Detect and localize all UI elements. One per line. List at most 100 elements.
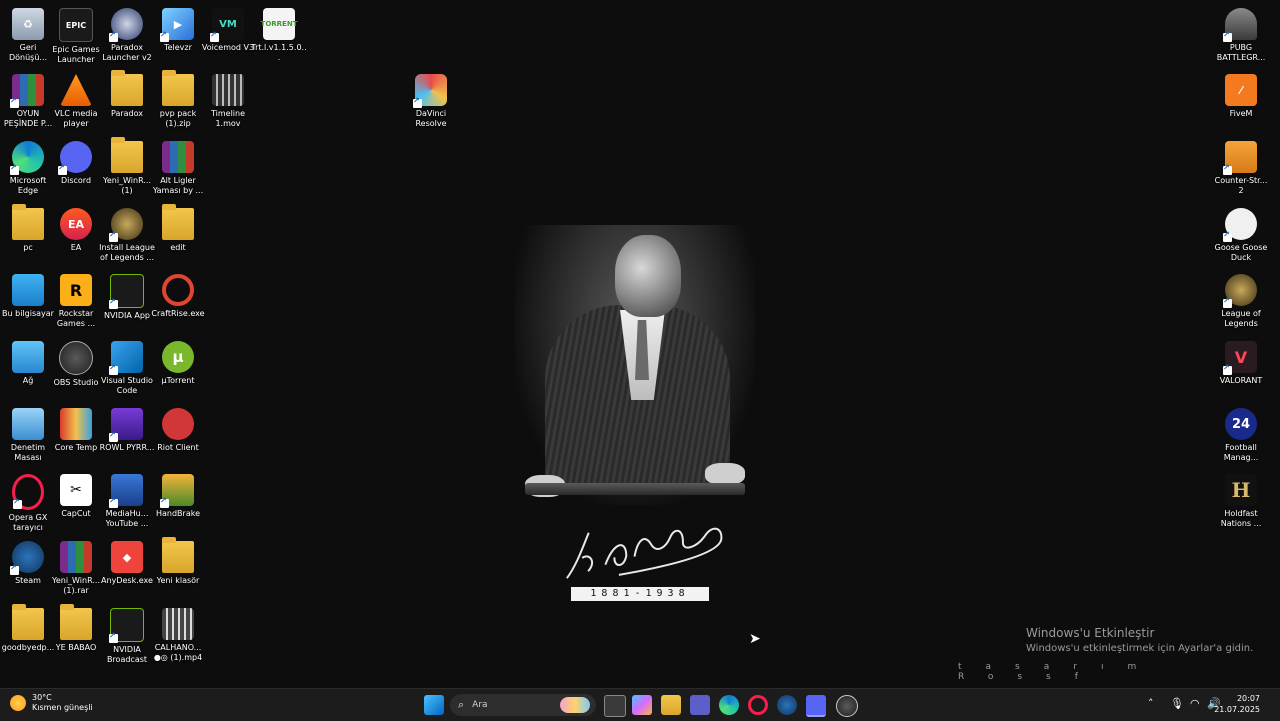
copilot-button[interactable] [632, 695, 652, 715]
ye-babao-folder[interactable]: YE BABAO [48, 604, 104, 653]
paradox-icon [109, 8, 143, 42]
counter-strike-shortcut[interactable]: Counter-Str... 2 [1213, 137, 1269, 196]
steam-icon [10, 541, 44, 575]
icon-label: Holdfast Nations ... [1220, 509, 1262, 528]
utorrent-shortcut[interactable]: µ µTorrent [150, 337, 206, 386]
steam-taskbar-button[interactable] [777, 695, 797, 715]
icon-label: NVIDIA Broadcast [106, 645, 148, 664]
mediahuman-shortcut[interactable]: MediaHu... YouTube ... [99, 470, 155, 529]
clock[interactable]: 20:07 21.07.2025 [1214, 693, 1260, 715]
wifi-icon[interactable]: ◠ [1190, 697, 1200, 710]
rockstar-shortcut[interactable]: R Rockstar Games ... [48, 270, 104, 329]
televzr-icon: ▶ [160, 8, 194, 42]
torrent-file[interactable]: TORRENT Trt.l.v1.1.5.0... [251, 4, 307, 63]
goose-icon [1223, 208, 1257, 242]
handbrake-shortcut[interactable]: HandBrake [150, 470, 206, 519]
clock-time: 20:07 [1236, 694, 1260, 703]
craftrise-shortcut[interactable]: CraftRise.exe [150, 270, 206, 319]
folder-icon [111, 70, 143, 106]
paradox-folder[interactable]: Paradox [99, 70, 155, 119]
riot-client-shortcut[interactable]: Riot Client [150, 404, 206, 453]
pvp-pack-zip[interactable]: pvp pack (1).zip [150, 70, 206, 129]
anydesk-icon: ◆ [111, 541, 143, 573]
mediahuman-icon [109, 474, 143, 508]
rowl-pyrr-icon [109, 408, 143, 442]
nvidia-app-shortcut[interactable]: NVIDIA App [99, 270, 155, 321]
wallpaper-portrait: 1881-1938 [515, 225, 755, 605]
epic-games-icon: EPIC [59, 8, 93, 42]
video-file-icon [212, 74, 244, 106]
epic-games-shortcut[interactable]: EPIC Epic Games Launcher [48, 4, 104, 65]
league-of-legends-icon [1223, 274, 1257, 308]
davinci-resolve-shortcut[interactable]: DaVinci Resolve [403, 70, 459, 129]
icon-label: FiveM [1229, 109, 1253, 118]
icon-label: Trt.l.v1.1.5.0... [251, 43, 307, 62]
task-view-button[interactable] [604, 695, 626, 717]
icon-label: Visual Studio Code [101, 376, 153, 395]
edge-taskbar-button[interactable] [719, 695, 739, 715]
core-temp-shortcut[interactable]: Core Temp [48, 404, 104, 453]
anydesk-shortcut[interactable]: ◆ AnyDesk.exe [99, 537, 155, 586]
file-explorer-button[interactable] [661, 695, 681, 715]
vscode-shortcut[interactable]: Visual Studio Code [99, 337, 155, 396]
valorant-shortcut[interactable]: V VALORANT [1213, 337, 1269, 386]
icon-label: Discord [60, 176, 92, 185]
rowl-pyrr-shortcut[interactable]: ROWL PYRR... [99, 404, 155, 453]
calhano-video-file[interactable]: CALHANO... ●◎ (1).mp4 [150, 604, 206, 663]
alt-ligler-archive[interactable]: Alt Ligler Yaması by ... [150, 137, 206, 196]
goose-goose-duck-shortcut[interactable]: Goose Goose Duck [1213, 204, 1269, 263]
folder-icon [12, 604, 44, 640]
fivem-shortcut[interactable]: ⁄ FiveM [1213, 70, 1269, 119]
chevron-up-icon[interactable]: ˄ [1148, 697, 1154, 710]
nvidia-broadcast-shortcut[interactable]: NVIDIA Broadcast [99, 604, 155, 665]
icon-label: MediaHu... YouTube ... [105, 509, 149, 528]
paradox-launcher-shortcut[interactable]: Paradox Launcher v2 [99, 4, 155, 63]
teams-button[interactable] [690, 695, 710, 715]
discord-shortcut[interactable]: Discord [48, 137, 104, 186]
nvidia-icon [109, 274, 144, 309]
edit-folder[interactable]: edit [150, 204, 206, 253]
capcut-shortcut[interactable]: ✂ CapCut [48, 470, 104, 519]
league-of-legends-shortcut[interactable]: League of Legends [1213, 270, 1269, 329]
icon-label: AnyDesk.exe [101, 576, 153, 585]
icon-label: PUBG BATTLEGR... [1216, 43, 1266, 62]
icon-label: CALHANO... ●◎ (1).mp4 [153, 643, 203, 662]
pubg-shortcut[interactable]: PUBG BATTLEGR... [1213, 4, 1269, 63]
timeline-video-file[interactable]: Timeline 1.mov [200, 70, 256, 129]
voicemod-icon: VM [210, 8, 244, 42]
portrait-head [615, 235, 681, 317]
opera-gx-taskbar-button[interactable] [748, 695, 768, 715]
fivem-icon: ⁄ [1225, 74, 1257, 106]
football-manager-shortcut[interactable]: 24 Football Manag... [1213, 404, 1269, 463]
winrar-archive-file[interactable]: Yeni_WinR... (1).rar [48, 537, 104, 596]
winrar-archive-icon [60, 541, 92, 573]
televzr-shortcut[interactable]: ▶ Televzr [150, 4, 206, 53]
rockstar-icon: R [60, 274, 92, 306]
folder-icon [60, 604, 92, 640]
icon-label: CapCut [61, 509, 91, 518]
weather-widget[interactable]: 30°C Kısmen güneşli [10, 693, 93, 713]
obs-shortcut[interactable]: OBS Studio [48, 337, 104, 388]
icon-label: Goose Goose Duck [1214, 243, 1268, 262]
search-box[interactable]: ⌕ Ara [450, 694, 596, 716]
obs-taskbar-button[interactable] [836, 695, 858, 717]
ea-shortcut[interactable]: EA EA [48, 204, 104, 253]
icon-label: ROWL PYRR... [99, 443, 155, 452]
voicemod-shortcut[interactable]: VM Voicemod V3 [200, 4, 256, 53]
vlc-shortcut[interactable]: VLC media player [48, 70, 104, 129]
microphone-icon[interactable]: 🎙 [1170, 697, 1184, 710]
ea-icon: EA [60, 208, 92, 240]
winrar-folder[interactable]: Yeni_WinR... (1) [99, 137, 155, 196]
install-lol-shortcut[interactable]: Install League of Legends ... [99, 204, 155, 263]
riot-icon [162, 408, 194, 440]
icon-label: edit [170, 243, 186, 252]
icon-label: Counter-Str... 2 [1214, 176, 1268, 195]
start-button[interactable] [424, 695, 444, 715]
new-folder[interactable]: Yeni klasör [150, 537, 206, 586]
icon-label: VLC media player [54, 109, 98, 128]
weather-desc: Kısmen güneşli [32, 703, 93, 712]
clock-date: 21.07.2025 [1214, 705, 1260, 714]
discord-taskbar-button[interactable] [806, 695, 826, 717]
icon-label: Alt Ligler Yaması by ... [152, 176, 204, 195]
holdfast-shortcut[interactable]: H Holdfast Nations ... [1213, 470, 1269, 529]
